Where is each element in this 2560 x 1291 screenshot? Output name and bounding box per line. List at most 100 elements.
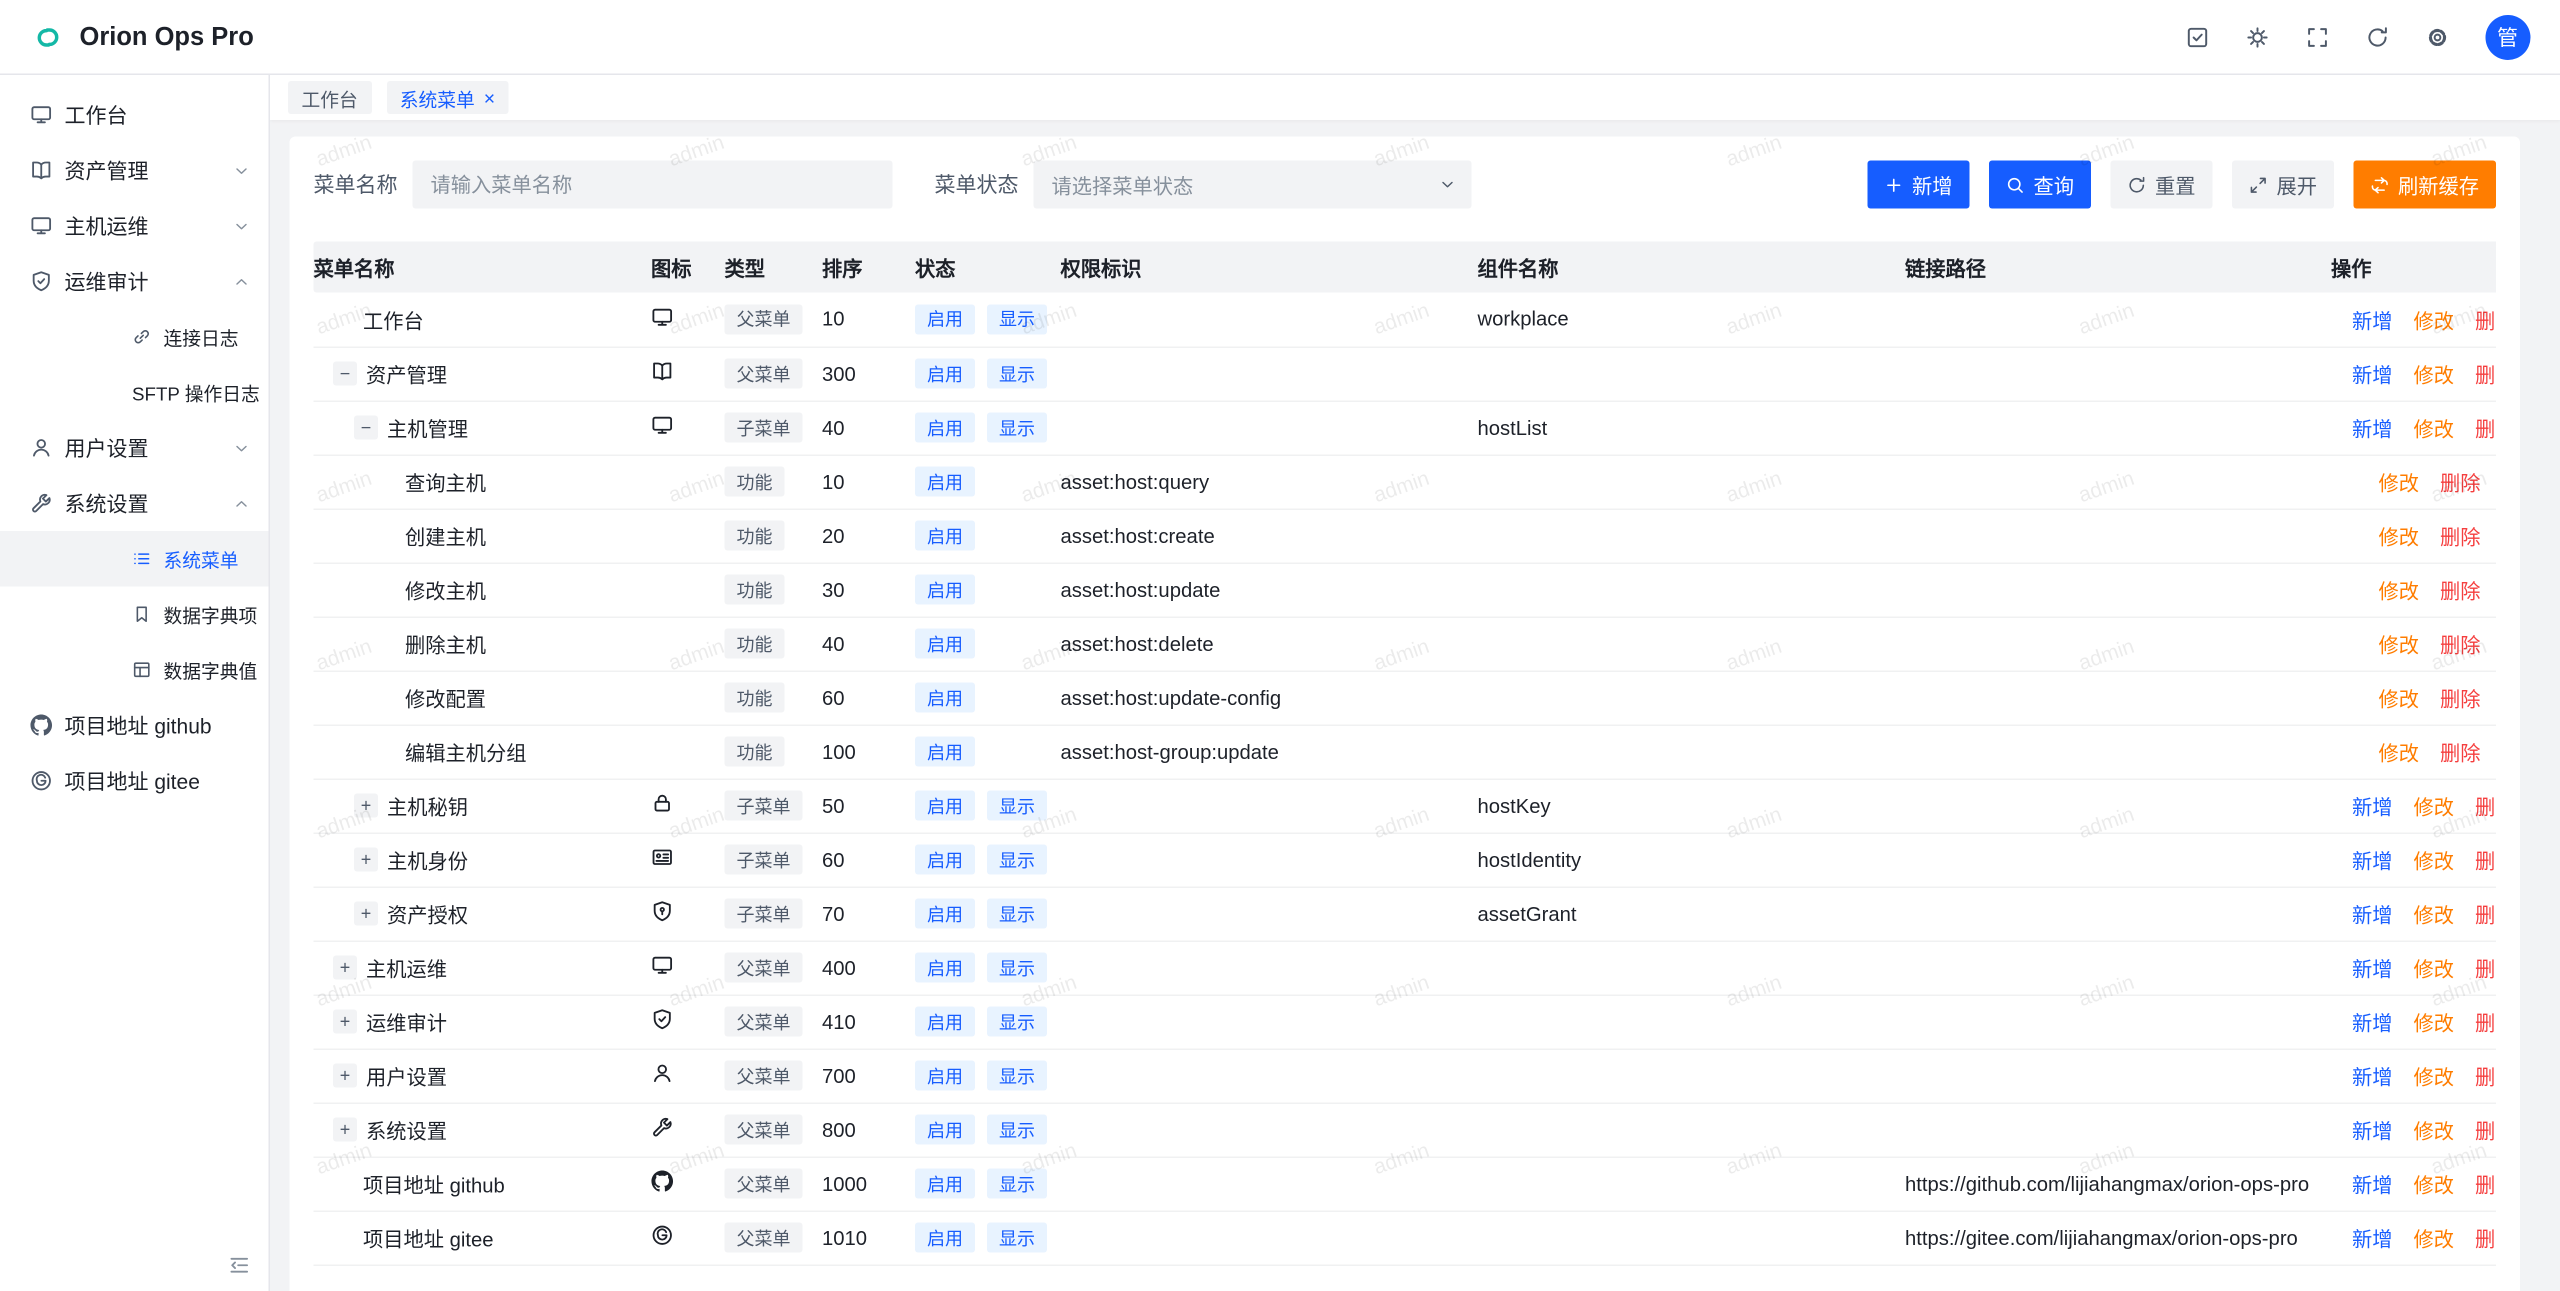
edit-link[interactable]: 修改 xyxy=(2414,797,2455,820)
user-avatar[interactable]: 管 xyxy=(2485,14,2530,59)
sidebar-item[interactable]: 数据字典项 xyxy=(0,587,269,643)
edit-link[interactable]: 修改 xyxy=(2414,365,2455,388)
edit-link[interactable]: 修改 xyxy=(2414,959,2455,982)
add-link[interactable]: 新增 xyxy=(2352,905,2393,928)
delete-link[interactable]: 删除 xyxy=(2475,365,2496,388)
expand-row-icon[interactable]: + xyxy=(354,794,378,818)
expand-row-icon[interactable]: + xyxy=(354,848,378,872)
edit-link[interactable]: 修改 xyxy=(2414,1229,2455,1252)
add-link[interactable]: 新增 xyxy=(2352,1175,2393,1198)
sidebar-item[interactable]: 项目地址 github xyxy=(0,698,269,754)
delete-link[interactable]: 删除 xyxy=(2475,959,2496,982)
delete-link[interactable]: 删除 xyxy=(2440,743,2481,766)
expand-row-icon[interactable]: + xyxy=(333,1010,357,1034)
collapse-row-icon[interactable]: − xyxy=(333,362,357,386)
status-cell: 启用显示 xyxy=(915,293,1061,347)
add-link[interactable]: 新增 xyxy=(2352,851,2393,874)
sidebar-item[interactable]: 运维审计 xyxy=(0,254,269,310)
expand-row-icon[interactable]: + xyxy=(333,956,357,980)
delete-link[interactable]: 删除 xyxy=(2475,1121,2496,1144)
add-link[interactable]: 新增 xyxy=(2352,1067,2393,1090)
edit-link[interactable]: 修改 xyxy=(2379,473,2420,496)
delete-link[interactable]: 删除 xyxy=(2440,473,2481,496)
expand-row-icon[interactable]: + xyxy=(354,902,378,926)
edit-link[interactable]: 修改 xyxy=(2414,1013,2455,1036)
permission-cell xyxy=(1061,779,1478,833)
edit-link[interactable]: 修改 xyxy=(2379,581,2420,604)
add-link[interactable]: 新增 xyxy=(2352,1229,2393,1252)
link-path-cell xyxy=(1905,887,2331,941)
add-link[interactable]: 新增 xyxy=(2352,797,2393,820)
add-link[interactable]: 新增 xyxy=(2352,310,2393,333)
add-link[interactable]: 新增 xyxy=(2352,365,2393,388)
sidebar-item-label: 数据字典项 xyxy=(164,600,258,629)
expand-button[interactable]: 展开 xyxy=(2232,161,2334,209)
sidebar-item[interactable]: SFTP 操作日志 xyxy=(0,365,269,421)
close-icon[interactable]: × xyxy=(484,88,495,108)
edit-link[interactable]: 修改 xyxy=(2414,851,2455,874)
edit-link[interactable]: 修改 xyxy=(2379,743,2420,766)
reset-button[interactable]: 重置 xyxy=(2110,161,2212,209)
menu-name-input[interactable] xyxy=(413,161,893,209)
delete-link[interactable]: 删除 xyxy=(2475,1175,2496,1198)
edit-link[interactable]: 修改 xyxy=(2414,310,2455,333)
tab[interactable]: 工作台 xyxy=(288,81,371,114)
expand-row-icon[interactable]: + xyxy=(333,1064,357,1088)
delete-link[interactable]: 删除 xyxy=(2475,851,2496,874)
delete-link[interactable]: 删除 xyxy=(2475,1067,2496,1090)
menu-name: 主机运维 xyxy=(366,953,447,983)
gear-icon[interactable] xyxy=(2425,25,2449,49)
menu-status-label: 菜单状态 xyxy=(935,170,1019,200)
delete-link[interactable]: 删除 xyxy=(2440,689,2481,712)
sidebar-item[interactable]: 项目地址 gitee xyxy=(0,753,269,809)
edit-link[interactable]: 修改 xyxy=(2414,905,2455,928)
delete-link[interactable]: 删除 xyxy=(2475,905,2496,928)
sidebar-item[interactable]: 连接日志 xyxy=(0,309,269,365)
checkbox-icon[interactable] xyxy=(2185,25,2209,49)
delete-link[interactable]: 删除 xyxy=(2440,527,2481,550)
status-cell: 启用显示 xyxy=(915,833,1061,887)
component-cell xyxy=(1478,563,1906,617)
collapse-row-icon[interactable]: − xyxy=(354,416,378,440)
sidebar-item[interactable]: 系统设置 xyxy=(0,476,269,532)
query-button[interactable]: 查询 xyxy=(1989,161,2091,209)
delete-link[interactable]: 删除 xyxy=(2440,581,2481,604)
sidebar-item[interactable]: 工作台 xyxy=(0,87,269,143)
menu-icon-cell xyxy=(651,995,725,1049)
refresh-cache-button[interactable]: 刷新缓存 xyxy=(2353,161,2496,209)
delete-link[interactable]: 删除 xyxy=(2440,635,2481,658)
refresh-icon[interactable] xyxy=(2365,25,2389,49)
delete-link[interactable]: 删除 xyxy=(2475,797,2496,820)
edit-link[interactable]: 修改 xyxy=(2379,689,2420,712)
tab[interactable]: 系统菜单× xyxy=(386,81,508,114)
edit-link[interactable]: 修改 xyxy=(2414,1121,2455,1144)
menu-status-select[interactable]: 请选择菜单状态 xyxy=(1034,161,1472,209)
component-cell xyxy=(1478,1103,1906,1157)
add-button[interactable]: 新增 xyxy=(1867,161,1969,209)
menu-name: 用户设置 xyxy=(366,1061,447,1091)
fullscreen-icon[interactable] xyxy=(2305,25,2329,49)
add-link[interactable]: 新增 xyxy=(2352,1121,2393,1144)
delete-link[interactable]: 删除 xyxy=(2475,1013,2496,1036)
edit-link[interactable]: 修改 xyxy=(2379,527,2420,550)
sidebar-item[interactable]: 数据字典值 xyxy=(0,642,269,698)
edit-link[interactable]: 修改 xyxy=(2379,635,2420,658)
sun-icon[interactable] xyxy=(2245,25,2269,49)
add-link[interactable]: 新增 xyxy=(2352,1013,2393,1036)
delete-link[interactable]: 删除 xyxy=(2475,310,2496,333)
edit-link[interactable]: 修改 xyxy=(2414,419,2455,442)
delete-link[interactable]: 删除 xyxy=(2475,419,2496,442)
menu-name: 项目地址 github xyxy=(363,1169,505,1199)
expand-row-icon[interactable]: + xyxy=(333,1118,357,1142)
delete-link[interactable]: 删除 xyxy=(2475,1229,2496,1252)
edit-link[interactable]: 修改 xyxy=(2414,1175,2455,1198)
add-link[interactable]: 新增 xyxy=(2352,419,2393,442)
sort-cell: 50 xyxy=(822,779,915,833)
sidebar-item[interactable]: 主机运维 xyxy=(0,198,269,254)
sidebar-item[interactable]: 用户设置 xyxy=(0,420,269,476)
edit-link[interactable]: 修改 xyxy=(2414,1067,2455,1090)
sidebar-item[interactable]: 资产管理 xyxy=(0,143,269,199)
add-link[interactable]: 新增 xyxy=(2352,959,2393,982)
sidebar-collapse-icon[interactable] xyxy=(228,1254,251,1277)
sidebar-item[interactable]: 系统菜单 xyxy=(0,531,269,587)
